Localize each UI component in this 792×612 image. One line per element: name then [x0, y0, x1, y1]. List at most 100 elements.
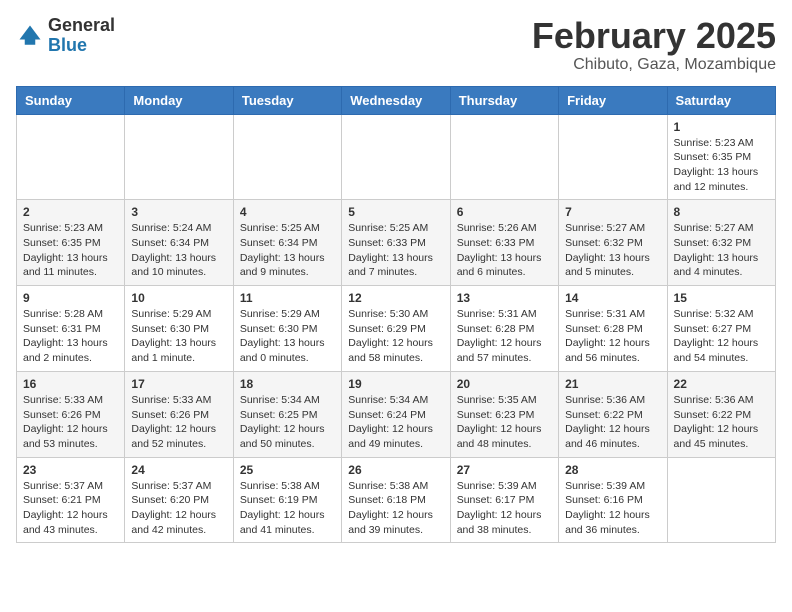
day-info: Sunrise: 5:33 AM Sunset: 6:26 PM Dayligh… [23, 393, 118, 452]
logo-text: General Blue [48, 16, 115, 56]
day-info: Sunrise: 5:25 AM Sunset: 6:34 PM Dayligh… [240, 221, 335, 280]
day-number: 22 [674, 377, 769, 391]
day-info: Sunrise: 5:30 AM Sunset: 6:29 PM Dayligh… [348, 307, 443, 366]
calendar-week-row: 16 Sunrise: 5:33 AM Sunset: 6:26 PM Dayli… [17, 371, 776, 457]
calendar-cell: 28 Sunrise: 5:39 AM Sunset: 6:16 PM Dayli… [559, 457, 667, 543]
day-info: Sunrise: 5:25 AM Sunset: 6:33 PM Dayligh… [348, 221, 443, 280]
logo-icon [16, 22, 44, 50]
weekday-header-thursday: Thursday [450, 86, 558, 114]
day-number: 10 [131, 291, 226, 305]
weekday-header-row: SundayMondayTuesdayWednesdayThursdayFrid… [17, 86, 776, 114]
day-info: Sunrise: 5:31 AM Sunset: 6:28 PM Dayligh… [565, 307, 660, 366]
logo-general-text: General [48, 15, 115, 35]
day-number: 25 [240, 463, 335, 477]
month-title: February 2025 [532, 16, 776, 56]
calendar-cell [667, 457, 775, 543]
weekday-header-tuesday: Tuesday [233, 86, 341, 114]
calendar-cell: 4 Sunrise: 5:25 AM Sunset: 6:34 PM Daylig… [233, 200, 341, 286]
day-number: 23 [23, 463, 118, 477]
calendar-cell: 8 Sunrise: 5:27 AM Sunset: 6:32 PM Daylig… [667, 200, 775, 286]
weekday-header-friday: Friday [559, 86, 667, 114]
day-info: Sunrise: 5:23 AM Sunset: 6:35 PM Dayligh… [674, 136, 769, 195]
day-number: 18 [240, 377, 335, 391]
day-info: Sunrise: 5:26 AM Sunset: 6:33 PM Dayligh… [457, 221, 552, 280]
day-info: Sunrise: 5:33 AM Sunset: 6:26 PM Dayligh… [131, 393, 226, 452]
calendar-week-row: 2 Sunrise: 5:23 AM Sunset: 6:35 PM Daylig… [17, 200, 776, 286]
calendar-cell: 3 Sunrise: 5:24 AM Sunset: 6:34 PM Daylig… [125, 200, 233, 286]
weekday-header-sunday: Sunday [17, 86, 125, 114]
weekday-header-wednesday: Wednesday [342, 86, 450, 114]
day-number: 14 [565, 291, 660, 305]
calendar-cell: 25 Sunrise: 5:38 AM Sunset: 6:19 PM Dayli… [233, 457, 341, 543]
day-info: Sunrise: 5:34 AM Sunset: 6:25 PM Dayligh… [240, 393, 335, 452]
calendar-cell [450, 114, 558, 200]
logo: General Blue [16, 16, 115, 56]
day-info: Sunrise: 5:27 AM Sunset: 6:32 PM Dayligh… [565, 221, 660, 280]
location-title: Chibuto, Gaza, Mozambique [532, 56, 776, 74]
day-info: Sunrise: 5:36 AM Sunset: 6:22 PM Dayligh… [565, 393, 660, 452]
calendar-cell [125, 114, 233, 200]
day-number: 4 [240, 205, 335, 219]
day-info: Sunrise: 5:23 AM Sunset: 6:35 PM Dayligh… [23, 221, 118, 280]
calendar-cell: 22Sunrise: 5:36 AM Sunset: 6:22 PM Dayli… [667, 371, 775, 457]
calendar-cell: 1 Sunrise: 5:23 AM Sunset: 6:35 PM Daylig… [667, 114, 775, 200]
day-info: Sunrise: 5:39 AM Sunset: 6:17 PM Dayligh… [457, 479, 552, 538]
day-number: 21 [565, 377, 660, 391]
day-info: Sunrise: 5:27 AM Sunset: 6:32 PM Dayligh… [674, 221, 769, 280]
day-number: 12 [348, 291, 443, 305]
day-number: 2 [23, 205, 118, 219]
day-number: 1 [674, 120, 769, 134]
day-info: Sunrise: 5:38 AM Sunset: 6:18 PM Dayligh… [348, 479, 443, 538]
day-info: Sunrise: 5:39 AM Sunset: 6:16 PM Dayligh… [565, 479, 660, 538]
day-number: 19 [348, 377, 443, 391]
calendar-table: SundayMondayTuesdayWednesdayThursdayFrid… [16, 86, 776, 544]
day-info: Sunrise: 5:34 AM Sunset: 6:24 PM Dayligh… [348, 393, 443, 452]
calendar-cell: 26 Sunrise: 5:38 AM Sunset: 6:18 PM Dayli… [342, 457, 450, 543]
calendar-week-row: 1 Sunrise: 5:23 AM Sunset: 6:35 PM Daylig… [17, 114, 776, 200]
calendar-cell: 24 Sunrise: 5:37 AM Sunset: 6:20 PM Dayli… [125, 457, 233, 543]
day-number: 16 [23, 377, 118, 391]
calendar-cell: 10 Sunrise: 5:29 AM Sunset: 6:30 PM Dayli… [125, 286, 233, 372]
calendar-cell: 17Sunrise: 5:33 AM Sunset: 6:26 PM Dayli… [125, 371, 233, 457]
day-info: Sunrise: 5:29 AM Sunset: 6:30 PM Dayligh… [131, 307, 226, 366]
calendar-cell: 16 Sunrise: 5:33 AM Sunset: 6:26 PM Dayli… [17, 371, 125, 457]
day-info: Sunrise: 5:38 AM Sunset: 6:19 PM Dayligh… [240, 479, 335, 538]
day-info: Sunrise: 5:32 AM Sunset: 6:27 PM Dayligh… [674, 307, 769, 366]
day-number: 13 [457, 291, 552, 305]
calendar-cell: 12 Sunrise: 5:30 AM Sunset: 6:29 PM Dayli… [342, 286, 450, 372]
day-number: 28 [565, 463, 660, 477]
calendar-cell [233, 114, 341, 200]
weekday-header-monday: Monday [125, 86, 233, 114]
calendar-cell: 2 Sunrise: 5:23 AM Sunset: 6:35 PM Daylig… [17, 200, 125, 286]
day-number: 5 [348, 205, 443, 219]
weekday-header-saturday: Saturday [667, 86, 775, 114]
calendar-cell: 13 Sunrise: 5:31 AM Sunset: 6:28 PM Dayli… [450, 286, 558, 372]
calendar-week-row: 23 Sunrise: 5:37 AM Sunset: 6:21 PM Dayli… [17, 457, 776, 543]
title-area: February 2025 Chibuto, Gaza, Mozambique [532, 16, 776, 74]
day-number: 9 [23, 291, 118, 305]
calendar-cell: 27Sunrise: 5:39 AM Sunset: 6:17 PM Dayli… [450, 457, 558, 543]
day-number: 15 [674, 291, 769, 305]
day-number: 8 [674, 205, 769, 219]
day-number: 7 [565, 205, 660, 219]
day-info: Sunrise: 5:29 AM Sunset: 6:30 PM Dayligh… [240, 307, 335, 366]
day-number: 20 [457, 377, 552, 391]
day-number: 24 [131, 463, 226, 477]
day-number: 3 [131, 205, 226, 219]
day-info: Sunrise: 5:37 AM Sunset: 6:20 PM Dayligh… [131, 479, 226, 538]
calendar-cell [559, 114, 667, 200]
day-number: 26 [348, 463, 443, 477]
calendar-cell: 7 Sunrise: 5:27 AM Sunset: 6:32 PM Daylig… [559, 200, 667, 286]
calendar-week-row: 9Sunrise: 5:28 AM Sunset: 6:31 PM Daylig… [17, 286, 776, 372]
page-header: General Blue February 2025 Chibuto, Gaza… [16, 16, 776, 74]
day-info: Sunrise: 5:37 AM Sunset: 6:21 PM Dayligh… [23, 479, 118, 538]
day-number: 11 [240, 291, 335, 305]
day-info: Sunrise: 5:31 AM Sunset: 6:28 PM Dayligh… [457, 307, 552, 366]
day-info: Sunrise: 5:24 AM Sunset: 6:34 PM Dayligh… [131, 221, 226, 280]
logo-blue-text: Blue [48, 35, 87, 55]
calendar-cell: 14 Sunrise: 5:31 AM Sunset: 6:28 PM Dayli… [559, 286, 667, 372]
calendar-cell: 21 Sunrise: 5:36 AM Sunset: 6:22 PM Dayli… [559, 371, 667, 457]
calendar-cell [342, 114, 450, 200]
calendar-cell: 20Sunrise: 5:35 AM Sunset: 6:23 PM Dayli… [450, 371, 558, 457]
day-number: 6 [457, 205, 552, 219]
